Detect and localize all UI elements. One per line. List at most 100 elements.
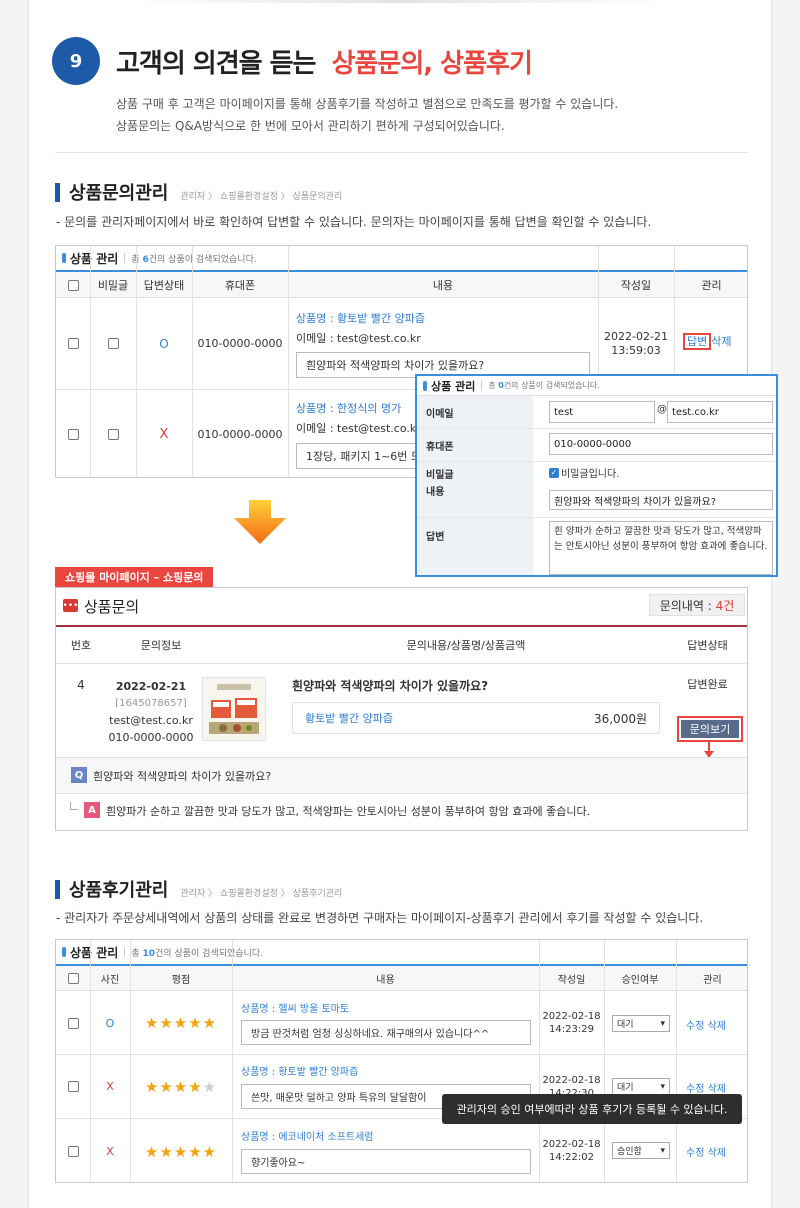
popup-title: 상품 관리 bbox=[431, 379, 476, 393]
email-user-input[interactable]: test bbox=[549, 401, 655, 423]
product-link[interactable]: 황토밭 빨간 양파즙 bbox=[305, 710, 393, 726]
manage-actions: 수정 삭제 bbox=[686, 1080, 726, 1095]
col-line bbox=[232, 940, 233, 1182]
product-thumbnail[interactable] bbox=[202, 677, 266, 741]
mypage-tag: 쇼핑몰 마이페이지 – 쇼핑문의 bbox=[55, 567, 214, 587]
col-content: 내용 bbox=[432, 279, 454, 292]
answer-button[interactable]: 답변 bbox=[683, 333, 712, 350]
product-name-link[interactable]: 상품명 : 한정식의 명가 bbox=[296, 400, 401, 416]
product-name-link[interactable]: 상품명 : 황토밭 빨간 양파즙 bbox=[241, 1063, 358, 1078]
phone-input[interactable]: 010-0000-0000 bbox=[549, 433, 773, 455]
edit-button[interactable]: 수정 bbox=[686, 1021, 704, 1032]
email-domain-input[interactable]: test.co.kr bbox=[667, 401, 773, 423]
star-icon: ★ bbox=[188, 1142, 203, 1161]
col-content: 내용 bbox=[376, 975, 395, 986]
select-all-cell[interactable] bbox=[56, 966, 90, 991]
pill-icon bbox=[62, 253, 66, 263]
row-checkbox-cell[interactable] bbox=[56, 390, 90, 477]
answer-status: O bbox=[159, 336, 169, 351]
row-line bbox=[56, 663, 747, 664]
approval-value: 대기 bbox=[617, 1020, 634, 1030]
title-main: 고객의 의견을 듣는 bbox=[116, 49, 316, 79]
row-checkbox[interactable] bbox=[67, 1017, 79, 1029]
select-all-checkbox[interactable] bbox=[67, 973, 79, 984]
inquiry-phone: 010-0000-0000 bbox=[108, 731, 194, 744]
star-empty-icon: ★ bbox=[202, 1077, 218, 1096]
col-manage: 관리 bbox=[703, 975, 722, 986]
at-sign: @ bbox=[657, 404, 667, 415]
checked-icon[interactable]: ✓ bbox=[549, 467, 559, 478]
view-inquiry-button[interactable]: 문의보기 bbox=[681, 720, 739, 738]
title-accent: 상품문의, 상품후기 bbox=[331, 49, 533, 79]
col-line bbox=[288, 246, 289, 477]
intro-line-2: 상품문의는 Q&A방식으로 한 번에 모아서 관리하기 편하게 구성되어있습니다… bbox=[116, 119, 505, 133]
star-icon: ★ bbox=[173, 1014, 189, 1032]
count-prefix: 총 bbox=[488, 381, 496, 390]
review-table: 상품 관리 총 10건의 상품이 검색되었습니다. 사진 평점 내용 작성일 승… bbox=[55, 939, 748, 1183]
content-input[interactable]: 흰양파와 적색양파의 차이가 있을까요? bbox=[549, 490, 773, 510]
pill-icon bbox=[62, 947, 66, 957]
breadcrumb: 관리자 〉 쇼핑몰환경설정 〉 상품후기관리 bbox=[180, 889, 343, 899]
count-value: 4건 bbox=[715, 598, 735, 613]
phone: 010-0000-0000 bbox=[197, 337, 283, 350]
secret-checkbox[interactable] bbox=[107, 429, 119, 440]
col-rating: 평점 bbox=[171, 975, 191, 986]
secret-checkbox-row[interactable]: ✓ 비밀글입니다. bbox=[549, 465, 619, 480]
a-badge: A bbox=[84, 802, 100, 818]
approval-select[interactable]: 승인함 ▾ bbox=[612, 1142, 670, 1159]
secret-content-label: 비밀글 내용 bbox=[417, 462, 533, 517]
title-bar-icon bbox=[55, 182, 60, 202]
row-checkbox-cell[interactable] bbox=[56, 298, 90, 389]
table-header-bar: 상품 관리 총 10건의 상품이 검색되었습니다. bbox=[56, 940, 747, 966]
row-checkbox[interactable] bbox=[67, 1081, 79, 1092]
answer-textarea[interactable]: 흰 양파가 순하고 깔끔한 맛과 당도가 많고, 적색양파는 안토시아닌 성분이… bbox=[549, 521, 773, 575]
approval-select[interactable]: 대기 ▾ bbox=[612, 1078, 670, 1095]
view-button-highlight: 문의보기 bbox=[677, 716, 743, 742]
delete-button[interactable]: 삭제 bbox=[711, 335, 731, 348]
count-prefix: 총 bbox=[131, 948, 140, 959]
inquiry-desc: - 문의를 관리자페이지에서 바로 확인하여 답변할 수 있습니다. 문의자는 … bbox=[56, 215, 652, 229]
step-number: 9 bbox=[69, 50, 83, 72]
select-all-cell[interactable] bbox=[56, 272, 90, 298]
secret-checkbox[interactable] bbox=[107, 338, 119, 349]
product-name-link[interactable]: 상품명 : 헬씨 방울 토마토 bbox=[241, 1000, 349, 1015]
date: 2022-02-21 bbox=[604, 330, 668, 343]
product-price: 36,000원 bbox=[593, 711, 647, 726]
star-rating: ★ ★ ★ ★ ★ bbox=[130, 1055, 232, 1118]
row-checkbox[interactable] bbox=[67, 338, 79, 349]
separator bbox=[124, 947, 126, 957]
product-name-link[interactable]: 상품명 : 황토밭 빨간 양파즙 bbox=[296, 310, 425, 326]
row-checkbox-cell[interactable] bbox=[56, 992, 90, 1054]
delete-button[interactable]: 삭제 bbox=[708, 1021, 726, 1032]
approval-select[interactable]: 대기 ▾ bbox=[612, 1015, 670, 1032]
review-content: 향기좋아요~ bbox=[241, 1149, 531, 1174]
row-checkbox-cell[interactable] bbox=[56, 1055, 90, 1118]
time: 14:22:02 bbox=[549, 1152, 594, 1163]
edit-button[interactable]: 수정 bbox=[686, 1148, 704, 1159]
secret-checkbox-cell[interactable] bbox=[90, 390, 136, 477]
row-checkbox[interactable] bbox=[67, 429, 79, 440]
product-name-link[interactable]: 상품명 : 에코네이처 소프트세럼 bbox=[241, 1128, 374, 1143]
secret-label: 비밀글 bbox=[426, 470, 454, 481]
email: 이메일 : test@test.co.kr bbox=[296, 332, 421, 345]
col-no: 번호 bbox=[70, 639, 92, 652]
secret-checkbox-cell[interactable] bbox=[90, 298, 136, 389]
photo-status: X bbox=[106, 1080, 114, 1093]
photo-status: X bbox=[106, 1145, 114, 1158]
delete-button[interactable]: 삭제 bbox=[708, 1148, 726, 1159]
inquiry-date: 2022-02-21 bbox=[115, 680, 187, 693]
approval-tooltip: 관리자의 승인 여부에따라 상품 후기가 등록될 수 있습니다. bbox=[442, 1094, 742, 1124]
inquiry-section-title: 상품문의관리 관리자 〉 쇼핑몰환경설정 〉 상품문의관리 bbox=[55, 179, 342, 205]
col-answer-status: 답변상태 bbox=[687, 639, 728, 652]
inquiry-info: 2022-02-21 [1645078657] test@test.co.kr … bbox=[96, 678, 206, 746]
star-icon: ★ bbox=[159, 1142, 174, 1161]
select-all-checkbox[interactable] bbox=[67, 279, 79, 291]
row-checkbox-cell[interactable] bbox=[56, 1119, 90, 1182]
count-suffix: 건의 상품이 검색되었습니다. bbox=[148, 254, 257, 265]
star-rating: ★ ★ ★ ★ ★ bbox=[130, 1119, 232, 1182]
count-suffix: 건의 상품이 검색되었습니다. bbox=[503, 381, 600, 390]
review-desc: - 관리자가 주문상세내역에서 상품의 상태를 완료로 변경하면 구매자는 마이… bbox=[56, 911, 704, 925]
col-line bbox=[676, 940, 677, 1182]
row-checkbox[interactable] bbox=[67, 1146, 79, 1157]
star-icon: ★ bbox=[202, 1014, 218, 1032]
